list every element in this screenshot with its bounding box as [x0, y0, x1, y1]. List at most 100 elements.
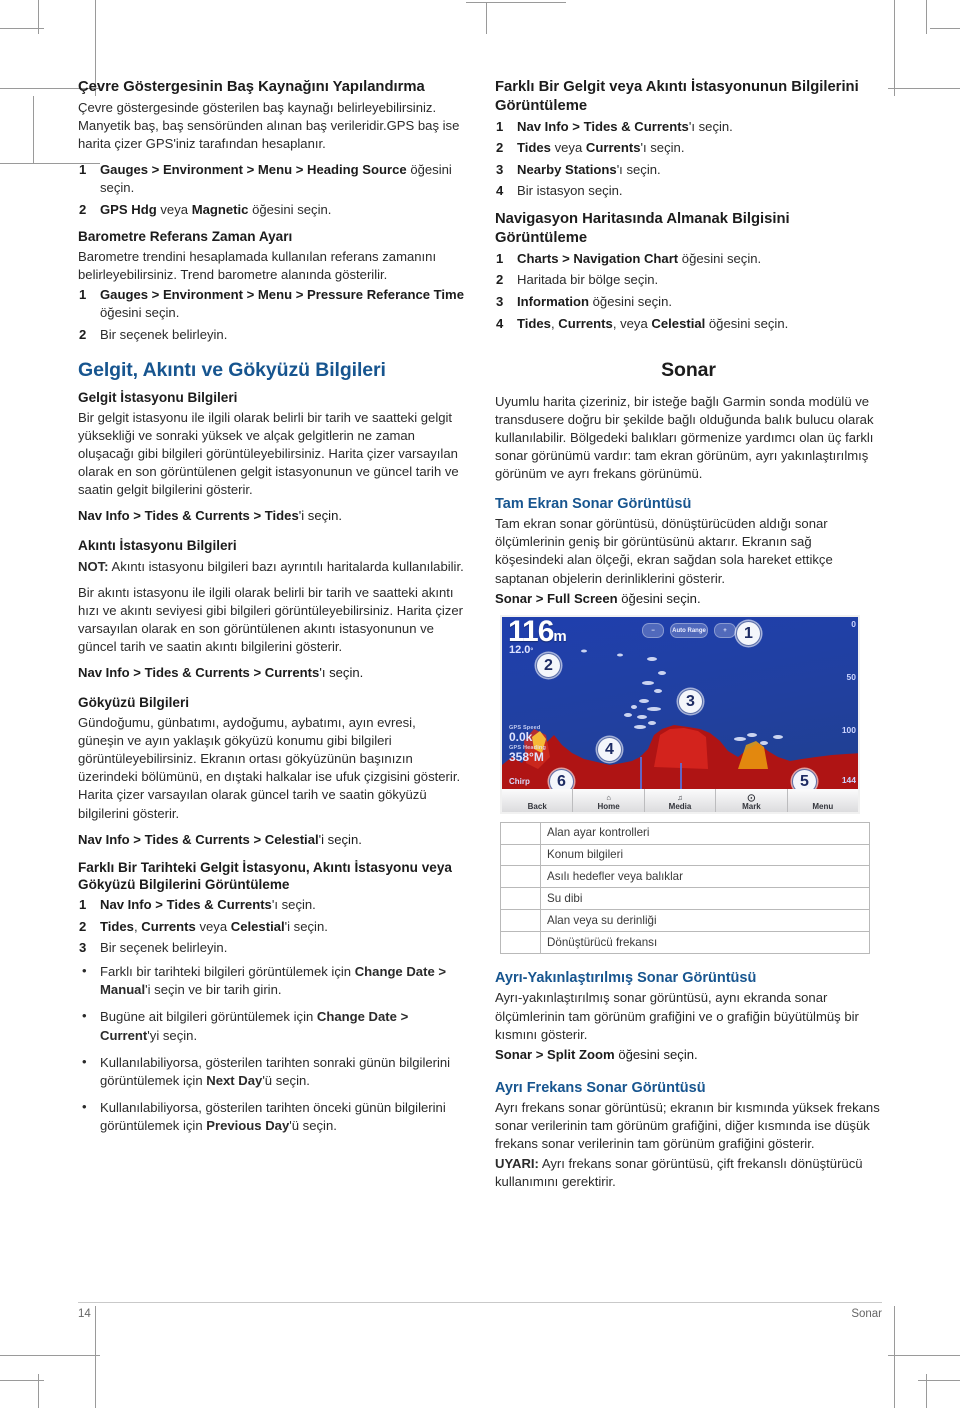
softkey-back[interactable]: Back: [502, 788, 574, 812]
crop-mark-line: [38, 0, 39, 34]
auto-range-button[interactable]: Auto Range: [670, 622, 708, 638]
list-item: Kullanılabiliyorsa, gösterilen tarihten …: [78, 1098, 465, 1135]
sonar-depth-readout: 116m: [508, 617, 567, 647]
section-heading-barometer: Barometre Referans Zaman Ayarı: [78, 228, 293, 244]
subsection-different-date: Farklı Bir Tarihteki Gelgit İstasyonu, A…: [78, 859, 452, 892]
step-item: Gauges > Environment > Menu > Pressure R…: [78, 286, 465, 322]
step-bold-command: Magnetic: [191, 201, 249, 217]
warning-label: UYARI:: [495, 1156, 539, 1172]
paragraph-split-frequency: Ayrı frekans sonar görüntüsü; ekranın bi…: [495, 1100, 880, 1152]
crop-mark-line: [888, 88, 960, 89]
crop-mark-line: [95, 1306, 96, 1408]
bullet-text: 'yi seçin.: [147, 1027, 198, 1043]
right-column: Farklı Bir Gelgit veya Akıntı İstasyonun…: [495, 78, 882, 1268]
step-text: 'ı seçin.: [688, 118, 733, 134]
legend-callout-number: [500, 931, 541, 955]
crop-mark-line: [894, 0, 895, 96]
steps-barometer: Gauges > Environment > Menu > Pressure R…: [78, 286, 465, 344]
paragraph-sonar-intro: Uyumlu harita çizeriniz, bir isteğe bağl…: [495, 393, 874, 481]
legend-description: Alan ayar kontrolleri: [540, 821, 870, 845]
step-text: 'ı seçin.: [616, 161, 661, 177]
step-item: Bir istasyon seçin.: [496, 182, 623, 200]
note-label: NOT:: [78, 558, 109, 574]
step-bold-command: Tides: [517, 140, 551, 156]
softkey-home[interactable]: ⌂ Home: [573, 788, 645, 812]
bullet-text: 'ü seçin.: [289, 1117, 337, 1133]
callout-marker-2: 2: [536, 652, 561, 678]
sonar-softkey-bar: Back ⌂ Home ♫ Media ⨀ Mark Menu: [502, 788, 858, 812]
step-bold-command: Nearby Stations: [517, 161, 617, 177]
range-increase-button[interactable]: +: [714, 622, 736, 638]
command-rest: 'i seçin.: [298, 508, 342, 524]
step-item: Information öğesini seçin.: [495, 293, 882, 311]
softkey-mark[interactable]: ⨀ Mark: [716, 788, 788, 812]
blank-icon: [822, 794, 824, 802]
step-item: Tides, Currents veya Celestial'i seçin.: [78, 918, 465, 936]
sonar-noise-spike: [640, 756, 642, 793]
paragraph-heading-source: Çevre göstergesinde gösterilen baş kayna…: [78, 99, 460, 151]
bullet-text: 'ü seçin.: [262, 1072, 310, 1088]
table-row: Dönüştürücü frekansı: [500, 931, 870, 955]
legend-callout-number: [500, 909, 541, 933]
gps-speed-value: 0.0k: [509, 729, 533, 744]
blank-icon: [536, 794, 538, 802]
page-content: Çevre Göstergesinin Baş Kaynağını Yapıla…: [78, 78, 882, 1310]
sonar-screenshot-figure: 116m 12.0° GPS Speed 0.0k GPS Heading 35…: [500, 614, 860, 814]
crop-mark-line: [894, 1306, 895, 1408]
sonar-frequency-label: Chirp: [509, 776, 530, 786]
legend-description: Su dibi: [540, 887, 870, 911]
step-item: Nav Info > Tides & Currents'ı seçin.: [495, 118, 882, 136]
sonar-temperature-readout: 12.0°: [509, 644, 533, 656]
table-row: Konum bilgileri: [500, 843, 870, 867]
left-column: Çevre Göstergesinin Baş Kaynağını Yapıla…: [78, 78, 465, 1268]
sonar-gps-heading: GPS Heading 358°M: [509, 745, 546, 764]
depth-unit: m: [553, 627, 566, 645]
sonar-range-tick: 50: [846, 671, 856, 682]
command-rest: 'i seçin.: [318, 831, 362, 847]
step-bold-command: Gauges > Environment > Menu > Pressure R…: [100, 287, 464, 303]
chapter-title-sonar: Sonar: [661, 358, 716, 381]
step-bold-command: Currents: [558, 315, 613, 331]
temperature-value: 12.0: [509, 643, 531, 656]
softkey-label: Menu: [812, 801, 834, 811]
steps-heading-source: Gauges > Environment > Menu > Heading So…: [78, 161, 465, 219]
softkey-media[interactable]: ♫ Media: [644, 788, 717, 812]
step-text: öğesini seçin.: [100, 305, 180, 321]
crop-mark-line: [0, 1380, 44, 1381]
temperature-unit: °: [530, 647, 534, 655]
step-text: , veya: [612, 315, 652, 331]
list-item: Kullanılabiliyorsa, gösterilen tarihten …: [78, 1053, 465, 1090]
step-bold-command: GPS Hdg: [100, 201, 157, 217]
command-bold: Sonar > Full Screen: [495, 590, 618, 606]
command-bold: Nav Info > Tides & Currents > Celestial: [78, 831, 319, 847]
subsection-celestial: Gökyüzü Bilgileri: [78, 694, 190, 710]
softkey-menu[interactable]: Menu: [787, 788, 858, 812]
command-bold: Sonar > Split Zoom: [495, 1046, 615, 1062]
crop-mark-line: [486, 2, 487, 34]
step-text: veya: [550, 140, 586, 156]
steps-different-date: Nav Info > Tides & Currents'ı seçin. Tid…: [78, 896, 465, 957]
crop-mark-line: [918, 1380, 960, 1381]
sonar-range-tick: 144: [841, 774, 856, 785]
step-item: Tides, Currents, veya Celestial öğesini …: [495, 315, 882, 333]
subsection-full-screen-sonar: Tam Ekran Sonar Görüntüsü: [495, 495, 692, 512]
sonar-range-tick: 100: [841, 724, 856, 735]
section-heading-different-station: Farklı Bir Gelgit veya Akıntı İstasyonun…: [495, 79, 859, 114]
step-item: Bir seçenek belirleyin.: [79, 939, 228, 957]
command-bold: Nav Info > Tides & Currents > Currents: [78, 664, 320, 680]
crop-mark-line: [930, 28, 960, 29]
step-bold-command: Currents: [141, 918, 196, 934]
section-heading-heading-source: Çevre Göstergesinin Baş Kaynağını Yapıla…: [78, 79, 425, 95]
bullet-text: 'i seçin ve bir tarih girin.: [145, 982, 282, 998]
range-decrease-button[interactable]: −: [642, 622, 664, 638]
bullet-bold-command: Next Day: [206, 1072, 263, 1088]
step-text: 'ı seçin.: [640, 140, 685, 156]
paragraph-current-station: Bir akıntı istasyonu ile ilgili olarak b…: [78, 584, 463, 654]
step-text: öğesini seçin.: [589, 294, 672, 309]
warning-text: Ayrı frekans sonar görüntüsü, çift freka…: [495, 1156, 863, 1190]
paragraph-split-zoom: Ayrı-yakınlaştırılmış sonar görüntüsü, a…: [495, 990, 859, 1042]
paragraph-current-note: NOT: Akıntı istasyonu bilgileri bazı ayr…: [78, 558, 465, 576]
step-text: 'ı seçin.: [271, 897, 316, 913]
section-heading-almanac: Navigasyon Haritasında Almanak Bilgisini…: [495, 211, 790, 247]
table-row: Su dibi: [500, 887, 870, 911]
